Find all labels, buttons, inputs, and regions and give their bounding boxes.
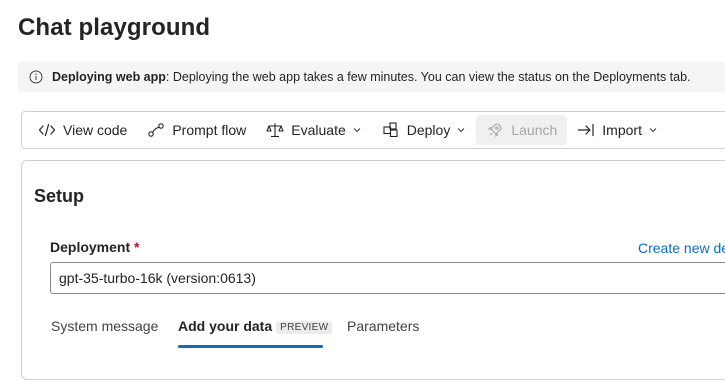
create-new-deployment-link[interactable]: Create new de [638, 240, 725, 256]
rocket-icon [486, 121, 504, 139]
chevron-down-icon [648, 125, 658, 135]
preview-badge: PREVIEW [276, 321, 333, 334]
toolbar: View code Prompt flow Evaluate Deploy La… [21, 111, 725, 149]
prompt-flow-label: Prompt flow [172, 122, 247, 138]
tab-add-your-data[interactable]: Add your data PREVIEW [178, 318, 333, 334]
evaluate-button[interactable]: Evaluate [256, 115, 371, 145]
code-icon [38, 121, 56, 139]
deploy-button[interactable]: Deploy [372, 115, 477, 145]
chevron-down-icon [456, 125, 466, 135]
launch-label: Launch [511, 122, 558, 138]
tab-label: Add your data [178, 318, 273, 334]
tab-label: System message [51, 318, 159, 334]
tab-system-message[interactable]: System message [51, 318, 158, 334]
evaluate-label: Evaluate [291, 122, 346, 138]
scale-icon [266, 121, 284, 139]
page-title: Chat playground [18, 14, 211, 41]
tab-label: Parameters [347, 318, 420, 334]
deployment-label: Deployment * [50, 239, 139, 255]
banner-message: : Deploying the web app takes a few minu… [165, 70, 691, 84]
view-code-label: View code [63, 122, 128, 138]
deploy-label: Deploy [406, 122, 451, 138]
prompt-flow-button[interactable]: Prompt flow [137, 115, 256, 145]
deployment-value: gpt-35-turbo-16k (version:0613) [59, 270, 256, 286]
info-icon [29, 70, 43, 84]
cube-icon [382, 121, 400, 139]
active-tab-indicator [178, 345, 323, 348]
import-arrow-icon [577, 121, 595, 139]
info-banner: Deploying web app : Deploying the web ap… [18, 62, 725, 92]
deployment-label-text: Deployment [50, 239, 131, 255]
chevron-down-icon [352, 125, 362, 135]
setup-title: Setup [34, 186, 85, 206]
deployment-select[interactable]: gpt-35-turbo-16k (version:0613) [50, 262, 725, 294]
launch-button[interactable]: Launch [476, 115, 568, 145]
import-label: Import [602, 122, 642, 138]
required-marker: * [134, 239, 140, 255]
tab-parameters[interactable]: Parameters [347, 318, 419, 334]
banner-title: Deploying web app [52, 70, 166, 84]
view-code-button[interactable]: View code [28, 115, 137, 145]
flow-icon [147, 121, 165, 139]
import-button[interactable]: Import [567, 115, 668, 145]
